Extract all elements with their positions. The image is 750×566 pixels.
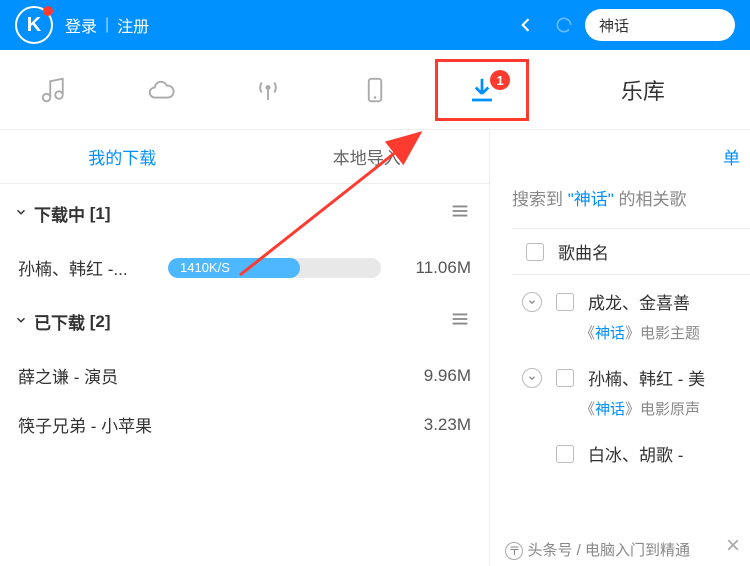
section-menu-button[interactable] [445, 304, 475, 339]
watermark: 〒头条号 / 电脑入门到精通 [505, 539, 690, 560]
tab-radio[interactable] [214, 50, 321, 129]
section-title: 已下载 [34, 309, 85, 334]
menu-icon [449, 308, 471, 330]
section-title: 下载中 [34, 201, 85, 226]
right-subtab[interactable]: 单 [512, 144, 750, 169]
section-count: [1] [90, 204, 111, 224]
tab-cloud[interactable] [107, 50, 214, 129]
auth-separator: | [105, 16, 109, 34]
tab-download[interactable]: 1 [429, 50, 536, 129]
nav-refresh-button[interactable] [547, 8, 581, 42]
close-icon[interactable]: × [726, 532, 740, 560]
notification-dot-icon [43, 6, 53, 16]
song-title: 白冰、胡歌 - [588, 441, 683, 466]
subtab-my-downloads[interactable]: 我的下载 [0, 144, 245, 169]
music-note-icon [39, 75, 69, 105]
item-name: 筷子兄弟 - 小苹果 [18, 412, 391, 437]
keyword-link[interactable]: 神话 [595, 325, 625, 342]
col-name: 歌曲名 [558, 239, 609, 264]
row-checkbox[interactable] [556, 445, 574, 463]
subtab-local-import[interactable]: 本地导入 [245, 144, 490, 169]
register-link[interactable]: 注册 [117, 13, 149, 37]
login-link[interactable]: 登录 [65, 13, 97, 37]
select-all-checkbox[interactable] [526, 243, 544, 261]
song-title: 孙楠、韩红 - 美 [588, 365, 705, 390]
toolbar: 1 乐库 [0, 50, 750, 130]
item-size: 11.06M [391, 258, 471, 278]
library-label: 乐库 [621, 74, 665, 106]
section-menu-button[interactable] [445, 196, 475, 231]
main-content: 我的下载 本地导入 下载中 [1] 孙楠、韩红 -... 1410K/S 11.… [0, 130, 750, 566]
search-result-info: 搜索到 "神话" 的相关歌 [512, 185, 750, 210]
chevron-down-icon [14, 204, 28, 224]
download-badge: 1 [490, 70, 510, 90]
logo-letter: K [27, 14, 41, 37]
item-name: 孙楠、韩红 -... [18, 255, 158, 280]
table-row[interactable]: 成龙、金喜善 [512, 275, 750, 328]
progress-bar: 1410K/S [168, 258, 381, 278]
list-item[interactable]: 孙楠、韩红 -... 1410K/S 11.06M [0, 243, 489, 292]
section-count: [2] [90, 312, 111, 332]
cloud-icon [146, 75, 176, 105]
keyword-link[interactable]: 神话 [595, 401, 625, 418]
list-item[interactable]: 筷子兄弟 - 小苹果 3.23M [0, 400, 489, 449]
song-subtitle: 《神话》电影原声 [512, 398, 750, 419]
nav-back-button[interactable] [509, 8, 543, 42]
section-downloading-header[interactable]: 下载中 [1] [0, 184, 489, 243]
phone-icon [360, 75, 390, 105]
chevron-down-icon [527, 297, 537, 307]
downloaded-list: 薛之谦 - 演员 9.96M筷子兄弟 - 小苹果 3.23M [0, 351, 489, 449]
table-header: 歌曲名 [512, 228, 750, 275]
refresh-icon [554, 15, 574, 35]
menu-icon [449, 200, 471, 222]
subtabs: 我的下载 本地导入 [0, 130, 489, 184]
expand-button[interactable] [522, 368, 542, 388]
song-title: 成龙、金喜善 [588, 289, 690, 314]
app-header: K 登录 | 注册 神话 [0, 0, 750, 50]
radio-icon [253, 75, 283, 105]
row-checkbox[interactable] [556, 293, 574, 311]
song-list: 成龙、金喜善《神话》电影主题 孙楠、韩红 - 美《神话》电影原声 白冰、胡歌 - [512, 275, 750, 480]
app-logo[interactable]: K [15, 6, 53, 44]
table-row[interactable]: 孙楠、韩红 - 美 [512, 351, 750, 404]
section-downloaded-header[interactable]: 已下载 [2] [0, 292, 489, 351]
row-checkbox[interactable] [556, 369, 574, 387]
watermark-icon: 〒 [505, 542, 523, 560]
search-keyword: "神话" [568, 190, 614, 209]
tab-library[interactable]: 乐库 [536, 50, 750, 129]
item-size: 3.23M [391, 415, 471, 435]
chevron-down-icon [14, 312, 28, 332]
downloading-list: 孙楠、韩红 -... 1410K/S 11.06M [0, 243, 489, 292]
tab-music[interactable] [0, 50, 107, 129]
progress-fill: 1410K/S [168, 258, 300, 278]
tab-phone[interactable] [321, 50, 428, 129]
chevron-left-icon [516, 15, 536, 35]
item-name: 薛之谦 - 演员 [18, 363, 391, 388]
right-panel: 单 搜索到 "神话" 的相关歌 歌曲名 成龙、金喜善《神话》电影主题 孙楠、韩红… [490, 130, 750, 566]
search-input[interactable]: 神话 [585, 9, 735, 41]
chevron-down-icon [527, 373, 537, 383]
expand-button[interactable] [522, 292, 542, 312]
left-panel: 我的下载 本地导入 下载中 [1] 孙楠、韩红 -... 1410K/S 11.… [0, 130, 490, 566]
search-value: 神话 [599, 15, 629, 36]
item-size: 9.96M [391, 366, 471, 386]
list-item[interactable]: 薛之谦 - 演员 9.96M [0, 351, 489, 400]
table-row[interactable]: 白冰、胡歌 - [512, 427, 750, 480]
song-subtitle: 《神话》电影主题 [512, 322, 750, 343]
